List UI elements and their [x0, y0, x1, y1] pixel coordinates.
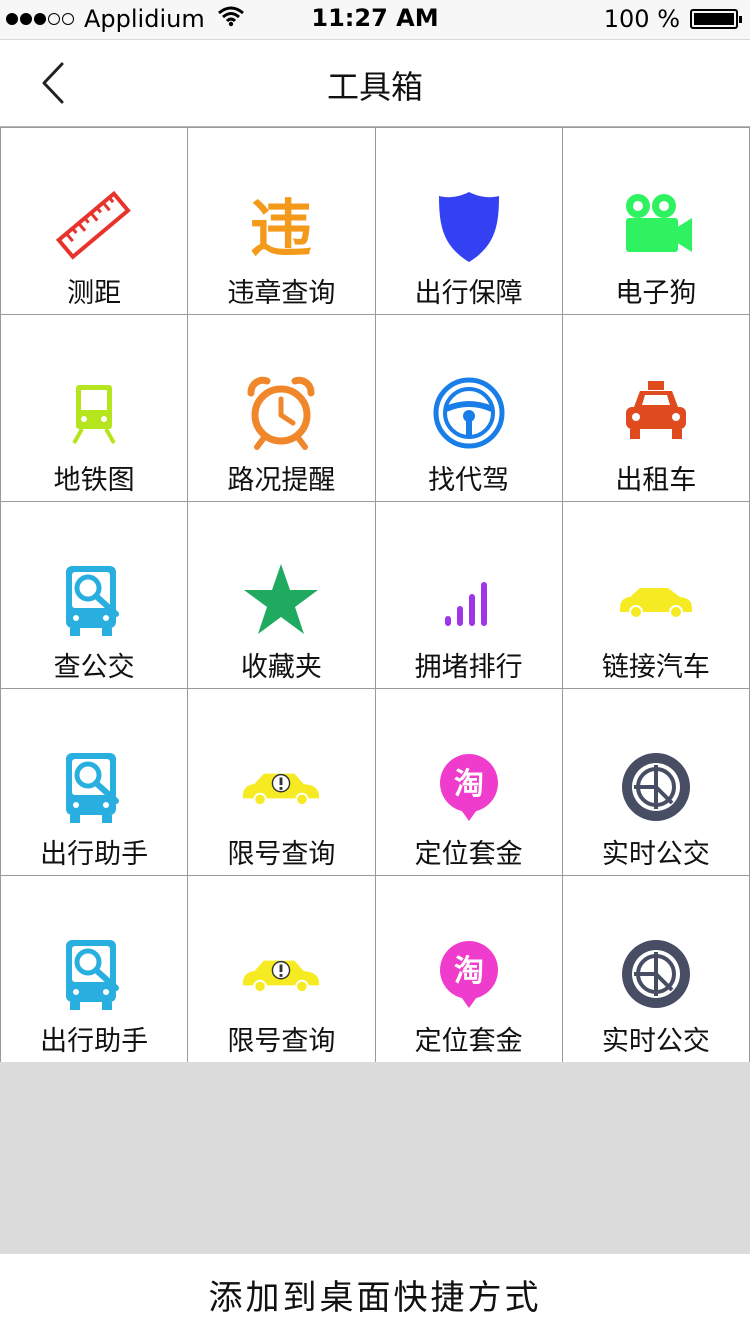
page-title: 工具箱 [326, 68, 423, 106]
bus-search-icon [54, 934, 134, 1014]
tool-item-alarm[interactable]: 路况提醒 [188, 315, 376, 502]
tool-label: 出租车 [615, 465, 697, 496]
tool-label: 出行助手 [40, 1026, 149, 1057]
taobao-icon: 淘 [429, 747, 509, 827]
video-camera-icon [616, 186, 696, 266]
tool-label: 路况提醒 [227, 465, 336, 496]
svg-text:淘: 淘 [454, 954, 484, 989]
tool-item-favorites[interactable]: 收藏夹 [188, 502, 376, 689]
tool-item-bus-search[interactable]: 查公交 [1, 502, 189, 689]
tool-label: 实时公交 [601, 839, 710, 870]
wheel-icon [616, 747, 696, 827]
empty-area [0, 1062, 750, 1254]
tool-label: 收藏夹 [240, 652, 322, 683]
ruler-icon [54, 186, 134, 266]
tool-item-violation[interactable]: 违 违章查询 [188, 128, 376, 315]
tool-label: 违章查询 [227, 278, 336, 309]
taxi-icon [616, 373, 696, 453]
svg-text:淘: 淘 [454, 767, 484, 802]
wheel-icon [616, 934, 696, 1014]
tool-label: 出行保障 [414, 278, 523, 309]
tool-item-travel-assistant[interactable]: 出行助手 [1, 689, 189, 876]
tool-label: 查公交 [53, 652, 135, 683]
tool-item-shield[interactable]: 出行保障 [375, 128, 563, 315]
alarm-clock-icon [241, 373, 321, 453]
tool-label: 电子狗 [615, 278, 697, 309]
tool-label: 找代驾 [428, 465, 510, 496]
tool-grid: 测距 违 违章查询 出行保障 电子狗 地铁图 路况提醒 找代驾 出租车 查公交 … [0, 127, 750, 1063]
svg-text:违: 违 [250, 192, 312, 265]
tool-item-congestion[interactable]: 拥堵排行 [375, 502, 563, 689]
add-to-desktop-label: 添加到桌面快捷方式 [208, 1277, 542, 1318]
add-to-desktop-button[interactable]: 添加到桌面快捷方式 [0, 1254, 750, 1334]
tool-item-plate-limit-2[interactable]: 限号查询 [188, 876, 376, 1063]
tool-label: 链接汽车 [601, 652, 710, 683]
status-bar: Applidium 11:27 AM 100 % [0, 0, 750, 40]
tool-label: 地铁图 [53, 465, 135, 496]
car-alert-icon [241, 747, 321, 827]
tool-item-plate-limit[interactable]: 限号查询 [188, 689, 376, 876]
tool-item-realtime-bus[interactable]: 实时公交 [562, 689, 750, 876]
tool-item-locate-2[interactable]: 淘 定位套金 [375, 876, 563, 1063]
tool-label: 出行助手 [40, 839, 149, 870]
car-alert-icon [241, 934, 321, 1014]
signal-bars-icon [429, 560, 509, 640]
tool-item-locate[interactable]: 淘 定位套金 [375, 689, 563, 876]
tool-item-link-car[interactable]: 链接汽车 [562, 502, 750, 689]
tool-item-ruler[interactable]: 测距 [1, 128, 189, 315]
tool-item-camera[interactable]: 电子狗 [562, 128, 750, 315]
battery-icon [690, 9, 742, 29]
tool-label: 拥堵排行 [414, 652, 523, 683]
battery-percent: 100 % [603, 5, 680, 33]
tool-item-taxi[interactable]: 出租车 [562, 315, 750, 502]
nav-bar: 工具箱 [0, 40, 750, 127]
tool-item-travel-assistant-2[interactable]: 出行助手 [1, 876, 189, 1063]
bus-search-icon [54, 560, 134, 640]
metro-icon [54, 373, 134, 453]
tool-label: 限号查询 [227, 839, 336, 870]
shield-icon [429, 186, 509, 266]
status-right: 100 % [603, 4, 742, 34]
car-icon [616, 560, 696, 640]
tool-item-driver[interactable]: 找代驾 [375, 315, 563, 502]
tool-label: 测距 [67, 278, 122, 309]
tool-label: 限号查询 [227, 1026, 336, 1057]
tool-item-metro[interactable]: 地铁图 [1, 315, 189, 502]
steering-wheel-icon [429, 373, 509, 453]
tool-label: 实时公交 [601, 1026, 710, 1057]
violation-icon: 违 [241, 186, 321, 266]
star-icon [241, 560, 321, 640]
tool-label: 定位套金 [414, 839, 523, 870]
tool-label: 定位套金 [414, 1026, 523, 1057]
bus-search-icon [54, 747, 134, 827]
taobao-icon: 淘 [429, 934, 509, 1014]
tool-item-realtime-bus-2[interactable]: 实时公交 [562, 876, 750, 1063]
